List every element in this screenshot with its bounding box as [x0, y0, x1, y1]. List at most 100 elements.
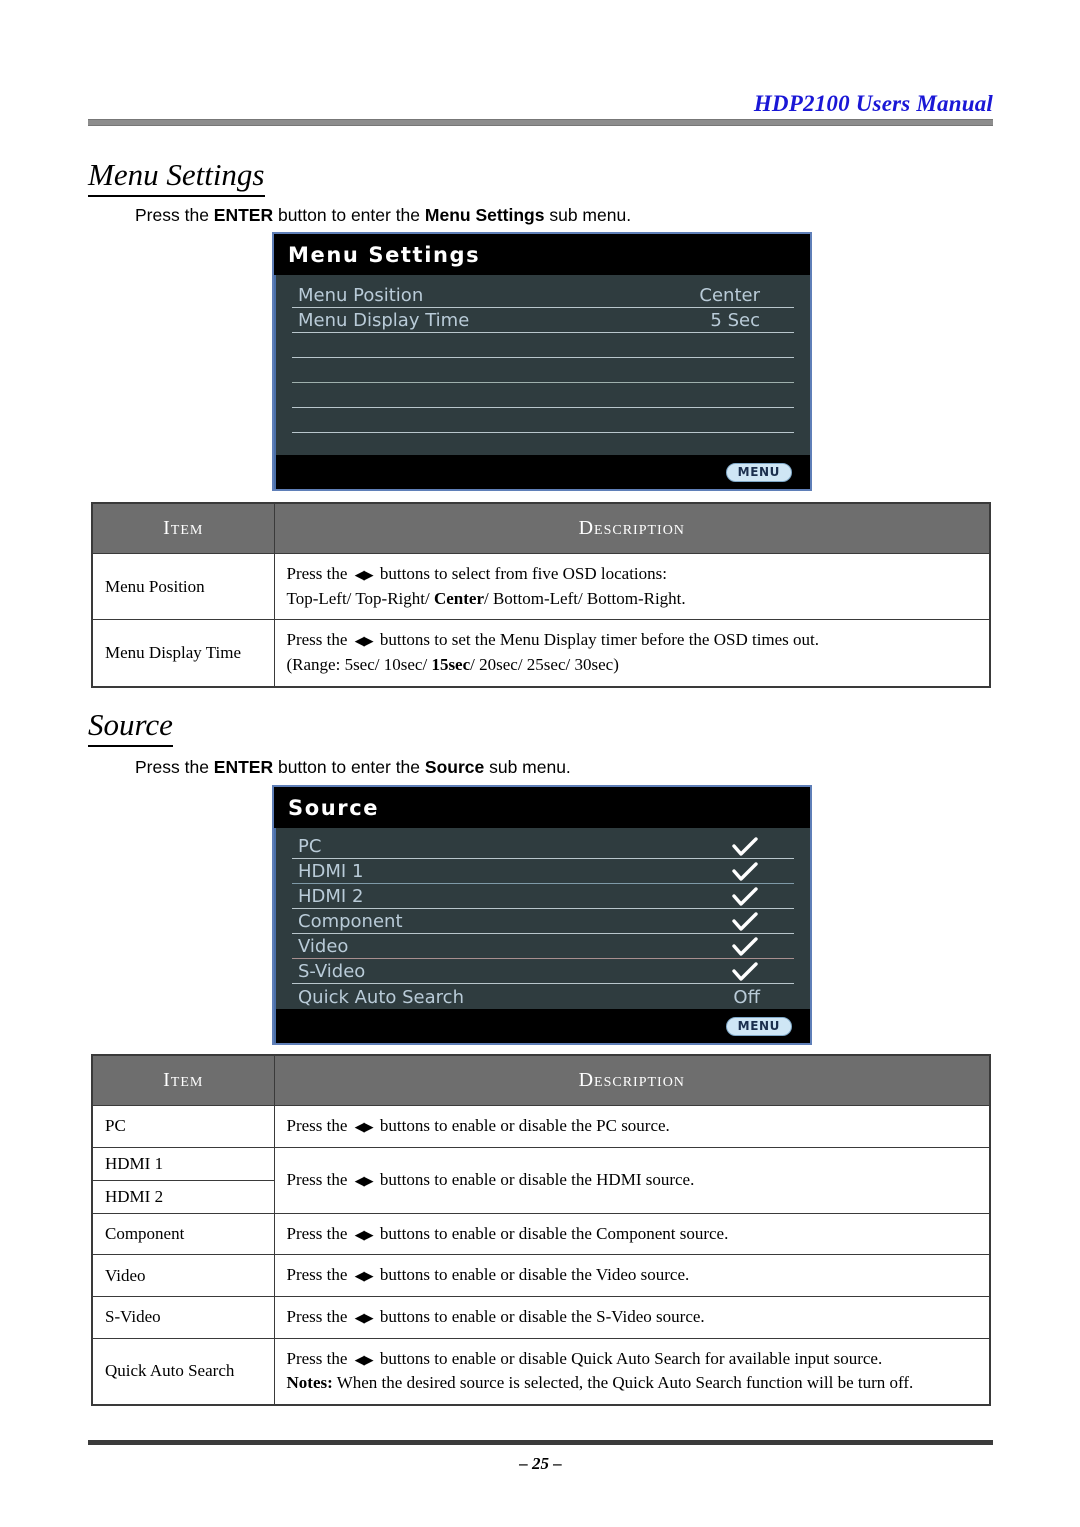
desc-notes-text: When the desired source is selected, the… — [332, 1373, 914, 1393]
desc-line2-post: / 20sec/ 25sec/ 30sec) — [470, 654, 619, 674]
desc-line2-bold: 15sec — [431, 654, 471, 674]
table-source-item-hdmi-1: HDMI 1 — [91, 1146, 275, 1181]
table-source-desc-video: Press the ◀▶ buttons to enable or disabl… — [273, 1254, 991, 1297]
left-right-arrows-icon: ◀▶ — [354, 1269, 374, 1285]
desc-post: buttons to enable or disable the S-Video… — [375, 1306, 705, 1326]
osd-source-body: PC HDMI 1 HDMI 2 Component Video S-Video… — [274, 828, 810, 1009]
table-source: Item Description PC Press the ◀▶ buttons… — [91, 1054, 991, 1406]
intro-source-enter: ENTER — [213, 757, 274, 777]
footer-divider — [88, 1440, 993, 1445]
osd-row-menu-position-value: Center — [699, 285, 760, 306]
checkmark-icon — [732, 937, 788, 958]
osd-row-video-label: Video — [298, 936, 349, 957]
table-source-header-row: Item Description — [91, 1054, 991, 1106]
left-right-arrows-icon: ◀▶ — [354, 1310, 374, 1326]
table-source-item-video: Video — [91, 1254, 275, 1297]
table-menu-settings-desc-menu-position: Press the ◀▶ buttons to select from five… — [273, 552, 991, 621]
checkmark-icon — [732, 962, 788, 983]
osd-row-empty-1-value — [760, 355, 788, 357]
desc-line1-pre: Press the — [286, 564, 352, 583]
osd-row-menu-position[interactable]: Menu Position Center — [292, 283, 794, 308]
table-source-desc-quick-auto-search: Press the ◀▶ buttons to enable or disabl… — [273, 1337, 991, 1406]
checkmark-icon — [732, 862, 788, 883]
left-right-arrows-icon: ◀▶ — [354, 1120, 374, 1135]
osd-row-quick-auto-search[interactable]: Quick Auto Search Off — [292, 984, 794, 1009]
desc-line1-post: buttons to select from five OSD location… — [375, 564, 667, 583]
osd-row-menu-display-time-value: 5 Sec — [710, 310, 760, 331]
page-header: HDP2100 Users Manual — [88, 91, 993, 127]
table-source-desc-hdmi: Press the ◀▶ buttons to enable or disabl… — [273, 1146, 991, 1214]
desc-line1-post: buttons to set the Menu Display timer be… — [375, 630, 820, 650]
table-menu-settings-item-menu-display-time: Menu Display Time — [91, 619, 275, 688]
table-menu-settings-item-menu-position: Menu Position — [91, 552, 275, 621]
table-row: Component Press the ◀▶ buttons to enable… — [91, 1212, 991, 1256]
osd-row-hdmi-2-label: HDMI 2 — [298, 886, 364, 907]
section-heading-source: Source — [88, 707, 173, 747]
desc-post: buttons to enable or disable the Compone… — [375, 1223, 729, 1243]
section-heading-menu-settings: Menu Settings — [88, 157, 265, 197]
intro-menu-settings-mid: button to enter the — [273, 205, 425, 225]
desc-pre: Press the — [286, 1348, 352, 1368]
desc-pre: Press the — [286, 1169, 352, 1189]
intro-menu-settings-post: sub menu. — [544, 205, 632, 225]
osd-row-empty-2 — [292, 358, 794, 383]
left-right-arrows-icon: ◀▶ — [354, 1173, 374, 1189]
osd-row-quick-auto-search-label: Quick Auto Search — [298, 987, 464, 1008]
osd-row-empty-4 — [292, 408, 794, 433]
osd-row-hdmi-1-label: HDMI 1 — [298, 861, 364, 882]
table-source-item-quick-auto-search: Quick Auto Search — [91, 1337, 275, 1406]
osd-menu-settings-menu-button[interactable]: MENU — [725, 462, 792, 482]
checkmark-icon — [732, 912, 788, 933]
desc-post: buttons to enable or disable the HDMI so… — [375, 1169, 695, 1189]
table-source-header-description: Description — [273, 1054, 991, 1106]
osd-row-pc-label: PC — [298, 836, 322, 857]
osd-row-empty-4-value — [760, 430, 788, 432]
desc-post: buttons to enable or disable the PC sour… — [375, 1116, 670, 1135]
intro-source-target: Source — [424, 757, 485, 777]
osd-row-component[interactable]: Component — [292, 909, 794, 934]
document-page: HDP2100 Users Manual Menu Settings Press… — [0, 0, 1080, 1527]
osd-row-video[interactable]: Video — [292, 934, 794, 959]
osd-menu-settings-spacer — [292, 433, 794, 449]
osd-row-hdmi-1[interactable]: HDMI 1 — [292, 859, 794, 884]
intro-source-mid: button to enter the — [273, 757, 425, 777]
page-number: – 25 – — [519, 1454, 562, 1473]
table-row: PC Press the ◀▶ buttons to enable or dis… — [91, 1105, 991, 1148]
table-row: HDMI 1 Press the ◀▶ buttons to enable or… — [91, 1146, 991, 1214]
table-row: Quick Auto Search Press the ◀▶ buttons t… — [91, 1337, 991, 1406]
checkmark-icon — [732, 887, 788, 908]
left-right-arrows-icon: ◀▶ — [354, 634, 374, 650]
desc-line2-post: / Bottom-Left/ Bottom-Right. — [484, 588, 686, 608]
page-footer: – 25 – — [88, 1440, 993, 1474]
osd-source-footer: MENU — [274, 1009, 810, 1043]
osd-source: Source PC HDMI 1 HDMI 2 Component Video … — [272, 785, 812, 1045]
osd-menu-settings-body: Menu Position Center Menu Display Time 5… — [274, 275, 810, 455]
table-source-desc-s-video: Press the ◀▶ buttons to enable or disabl… — [273, 1295, 991, 1339]
desc-pre: Press the — [286, 1265, 352, 1285]
checkmark-icon — [732, 837, 788, 858]
osd-row-pc[interactable]: PC — [292, 834, 794, 859]
intro-menu-settings-target: Menu Settings — [424, 205, 545, 225]
osd-row-empty-1 — [292, 333, 794, 358]
left-right-arrows-icon: ◀▶ — [354, 1352, 374, 1368]
table-row: Video Press the ◀▶ buttons to enable or … — [91, 1254, 991, 1297]
osd-source-menu-button[interactable]: MENU — [725, 1016, 792, 1036]
table-source-item-component: Component — [91, 1212, 275, 1256]
osd-menu-settings-titlebar: Menu Settings — [274, 234, 810, 275]
table-menu-settings-desc-menu-display-time: Press the ◀▶ buttons to set the Menu Dis… — [273, 619, 991, 688]
table-source-item-hdmi-2: HDMI 2 — [91, 1179, 275, 1214]
table-menu-settings-header-row: Item Description — [91, 502, 991, 554]
desc-pre: Press the — [286, 1223, 352, 1243]
osd-menu-settings: Menu Settings Menu Position Center Menu … — [272, 232, 812, 491]
osd-row-hdmi-2[interactable]: HDMI 2 — [292, 884, 794, 909]
table-menu-settings: Item Description Menu Position Press the… — [91, 502, 991, 688]
osd-row-quick-auto-search-value: Off — [733, 987, 760, 1008]
osd-row-s-video[interactable]: S-Video — [292, 959, 794, 984]
osd-row-menu-display-time[interactable]: Menu Display Time 5 Sec — [292, 308, 794, 333]
intro-menu-settings-pre: Press the — [135, 205, 214, 225]
intro-menu-settings: Press the ENTER button to enter the Menu… — [135, 205, 631, 226]
intro-menu-settings-enter: ENTER — [213, 205, 274, 225]
section-heading-menu-settings-text: Menu Settings — [88, 157, 265, 197]
table-source-desc-component: Press the ◀▶ buttons to enable or disabl… — [273, 1212, 991, 1256]
left-right-arrows-icon: ◀▶ — [354, 568, 374, 583]
